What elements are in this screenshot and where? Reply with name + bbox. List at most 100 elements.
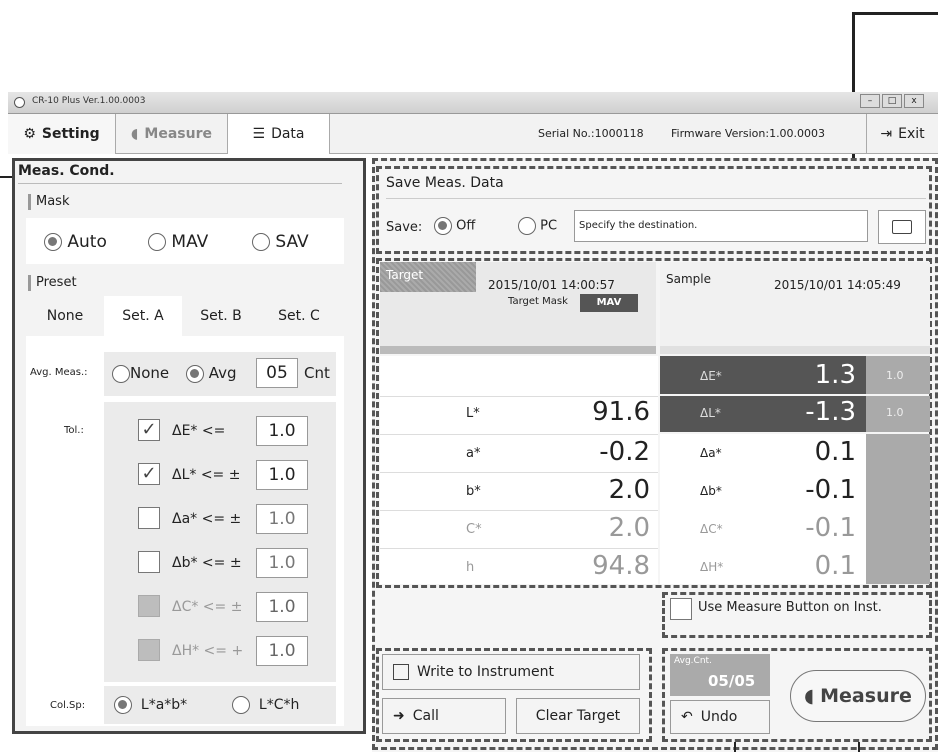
avg-count-panel: Avg.Cnt. 05/05 (670, 654, 770, 696)
save-off-option[interactable]: Off (434, 217, 475, 235)
sample-dh-value: 0.1 (814, 551, 856, 581)
tol-de-checkbox[interactable]: ✓ (138, 419, 160, 441)
meas-cond-title: Meas. Cond. (18, 163, 115, 179)
write-label: Write to Instrument (417, 664, 554, 680)
target-data-area (380, 356, 658, 584)
avg-count-unit: Cnt (304, 364, 330, 382)
colsp-lch-radio[interactable] (232, 696, 250, 714)
colsp-lab-radio[interactable] (114, 696, 132, 714)
save-pc-label: PC (540, 218, 558, 234)
target-row-divider (380, 434, 658, 435)
preset-tab-set-b[interactable]: Set. B (182, 296, 260, 336)
minimize-button[interactable]: – (860, 94, 880, 108)
measure-button[interactable]: ◖ Measure (790, 670, 926, 722)
call-button[interactable]: ➜ Call (382, 698, 506, 734)
maximize-button[interactable]: □ (882, 94, 902, 108)
folder-button[interactable] (878, 210, 926, 244)
tab-data[interactable]: ☰ Data (228, 114, 330, 154)
colsp-lch-label: L*C*h (258, 697, 300, 713)
sample-da-value: 0.1 (814, 437, 856, 467)
target-a-label: a* (466, 446, 481, 461)
tol-da-checkbox[interactable] (138, 507, 160, 529)
measure-icon: ◖ (804, 685, 815, 707)
preset-label-bar (28, 275, 31, 291)
mask-label-bar (28, 194, 31, 210)
target-l-label: L* (466, 406, 480, 421)
tol-db-checkbox[interactable] (138, 551, 160, 573)
callout-line-top (852, 12, 938, 15)
tol-da-input[interactable]: 1.0 (256, 504, 308, 534)
tol-db-input[interactable]: 1.0 (256, 548, 308, 578)
tol-dl-input[interactable]: 1.0 (256, 460, 308, 490)
preset-tab-none[interactable]: None (26, 296, 104, 336)
preset-label: Preset (36, 275, 77, 290)
target-row-divider (380, 548, 658, 549)
undo-button[interactable]: ↶ Undo (670, 700, 770, 734)
measure-icon: ◖ (131, 126, 139, 142)
mask-sav-label: SAV (275, 232, 309, 252)
tol-de-label: ΔE* <= (172, 423, 226, 439)
destination-field[interactable]: Specify the destination. (574, 210, 868, 242)
sample-datetime: 2015/10/01 14:05:49 (774, 278, 901, 292)
clear-target-label: Clear Target (535, 708, 621, 724)
tab-measure-label: Measure (144, 126, 212, 142)
tab-measure[interactable]: ◖ Measure (116, 114, 228, 154)
sample-dc-value: -0.1 (805, 513, 856, 543)
colsp-lab-option[interactable]: L*a*b* (114, 696, 187, 714)
sample-da-label: Δa* (700, 446, 722, 460)
preset-tab-set-c[interactable]: Set. C (260, 296, 338, 336)
sample-dl-value: -1.3 (805, 397, 856, 427)
tol-db-label: Δb* <= ± (172, 555, 242, 571)
avg-count-input[interactable]: 05 (256, 358, 298, 388)
tab-setting[interactable]: ⚙ Setting (8, 114, 116, 154)
avg-none-option[interactable]: None (112, 364, 169, 383)
save-label: Save: (386, 220, 423, 235)
callout-stub (858, 742, 860, 752)
mask-auto-option[interactable]: Auto (44, 232, 107, 252)
save-pc-radio[interactable] (518, 217, 536, 235)
mask-sav-option[interactable]: SAV (252, 232, 309, 252)
avg-none-radio[interactable] (112, 364, 130, 383)
save-section-title: Save Meas. Data (386, 175, 504, 191)
close-window-button[interactable]: x (904, 94, 924, 108)
sample-de-label: ΔE* (700, 369, 722, 383)
avg-avg-label: Avg (208, 364, 237, 382)
avg-avg-option[interactable]: Avg (186, 364, 237, 383)
tol-dh-label: ΔH* <= + (172, 643, 244, 659)
mask-auto-radio[interactable] (44, 233, 62, 251)
clear-target-button[interactable]: Clear Target (516, 698, 640, 734)
save-off-radio[interactable] (434, 217, 452, 235)
target-b-label: b* (466, 484, 481, 499)
use-measure-checkbox[interactable] (670, 598, 692, 620)
write-to-instrument-button[interactable]: Write to Instrument (382, 654, 640, 690)
save-disk-icon (393, 664, 409, 680)
colsp-lch-option[interactable]: L*C*h (232, 696, 299, 714)
target-mask-badge: MAV (580, 294, 638, 312)
window-title: CR-10 Plus Ver.1.00.0003 (32, 96, 146, 106)
avg-avg-radio[interactable] (186, 364, 204, 383)
tol-de-input[interactable]: 1.0 (256, 416, 308, 446)
avg-meas-label: Avg. Meas.: (30, 367, 88, 378)
target-label: Target (386, 268, 424, 282)
target-c-value: 2.0 (608, 513, 650, 543)
mask-mav-option[interactable]: MAV (148, 232, 208, 252)
target-l-value: 91.6 (592, 397, 650, 427)
app-icon (14, 97, 25, 108)
gear-icon: ⚙ (23, 126, 36, 142)
mask-mav-radio[interactable] (148, 233, 166, 251)
exit-button[interactable]: ⇥ Exit (866, 114, 938, 154)
avg-count-title: Avg.Cnt. (674, 656, 712, 666)
window-titlebar: CR-10 Plus Ver.1.00.0003 – □ x (8, 92, 938, 114)
tab-setting-label: Setting (41, 126, 100, 142)
target-row-divider (380, 472, 658, 473)
preset-tab-set-a[interactable]: Set. A (104, 296, 182, 336)
save-pc-option[interactable]: PC (518, 217, 557, 235)
mask-sav-radio[interactable] (252, 233, 270, 251)
sample-dl-tol: 1.0 (886, 406, 904, 419)
save-off-label: Off (456, 218, 476, 234)
colsp-lab-label: L*a*b* (140, 697, 188, 713)
tol-dl-checkbox[interactable]: ✓ (138, 463, 160, 485)
tol-dc-input: 1.0 (256, 592, 308, 622)
avg-none-label: None (130, 364, 170, 382)
tol-da-label: Δa* <= ± (172, 511, 242, 527)
